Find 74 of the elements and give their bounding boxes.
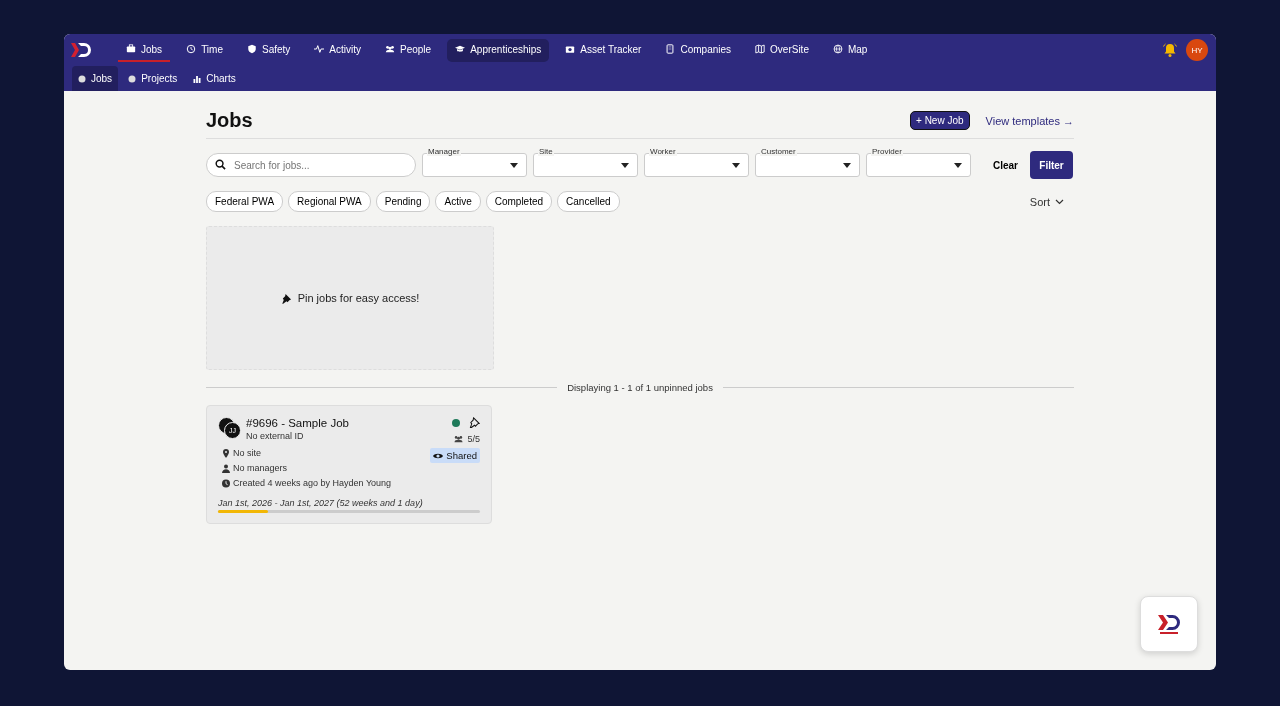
nav-tab[interactable]: People <box>377 38 440 62</box>
job-title: #9696 - Sample Job <box>246 417 350 429</box>
field-label: Customer <box>760 147 797 156</box>
job-detail: Created 4 weeks ago by Hayden Young <box>233 478 392 488</box>
filter-chip[interactable]: Federal PWA <box>206 191 284 212</box>
clock-icon <box>222 478 230 488</box>
external-id: No external ID <box>246 431 305 441</box>
map-icon <box>755 44 766 54</box>
nav-tab[interactable]: Time <box>178 38 231 62</box>
new-job-button[interactable]: + New Job <box>910 111 970 130</box>
caret-icon <box>954 162 962 168</box>
pin-icon <box>280 292 292 304</box>
bar-chart-icon <box>193 74 202 83</box>
people-icon <box>385 44 395 54</box>
field-label: Provider <box>871 147 903 156</box>
filter-chip[interactable]: Pending <box>375 191 431 212</box>
pin-icon[interactable] <box>469 417 480 428</box>
camera-icon <box>565 44 576 54</box>
app-badge[interactable] <box>1140 596 1198 652</box>
date-range: Jan 1st, 2026 - Jan 1st, 2027 (52 weeks and 1 day) <box>218 498 424 508</box>
sub-tab[interactable]: Jobs <box>72 66 119 91</box>
clock-icon <box>186 44 197 54</box>
view-templates-link[interactable]: View templates → <box>985 114 1074 127</box>
building-icon <box>665 44 676 54</box>
caret-icon <box>843 162 851 168</box>
eye-icon <box>433 451 444 460</box>
worker-count: 5/5 <box>467 434 480 444</box>
page-title: Jobs <box>206 109 254 132</box>
filter-chip[interactable]: Regional PWA <box>288 191 371 212</box>
sub-tab[interactable]: Charts <box>187 66 242 91</box>
field-label: Site <box>538 147 554 156</box>
job-detail: No managers <box>233 463 288 473</box>
caret-icon <box>621 162 629 168</box>
nav-tab[interactable]: Apprenticeships <box>447 38 550 62</box>
status-dot <box>452 418 460 427</box>
field-label: Worker <box>649 147 677 156</box>
sub-tab[interactable]: Projects <box>122 66 184 91</box>
graduation-cap-icon <box>455 44 466 54</box>
bell-icon[interactable] <box>1162 42 1178 58</box>
dot-icon <box>128 74 137 83</box>
filter-chip[interactable]: Cancelled <box>557 191 620 212</box>
sort-button[interactable]: Sort <box>1023 194 1070 209</box>
job-detail: No site <box>233 448 261 458</box>
caret-icon <box>732 162 740 168</box>
nav-tab[interactable]: Activity <box>306 38 369 62</box>
search-field[interactable]: Search for jobs... <box>206 153 416 177</box>
nav-tab[interactable]: OverSite <box>747 38 817 62</box>
shared-badge: Shared <box>430 448 480 463</box>
user-avatar[interactable]: HY <box>1186 39 1208 61</box>
people-icon <box>453 435 465 443</box>
filter-button[interactable]: Filter <box>1030 151 1073 179</box>
shield-icon <box>247 44 257 54</box>
nav-tab[interactable]: Asset Tracker <box>557 38 650 62</box>
briefcase-icon <box>126 44 136 54</box>
field-label: Manager <box>427 147 461 156</box>
nav-tab[interactable]: Companies <box>657 38 740 62</box>
nav-tab[interactable]: Map <box>824 38 876 62</box>
globe-icon <box>832 44 843 54</box>
pulse-icon <box>314 44 325 54</box>
filter-chip[interactable]: Completed <box>485 191 553 212</box>
empty-message: Pin jobs for easy access! <box>297 292 420 304</box>
logo-icon <box>1156 613 1182 635</box>
results-count: Displaying 1 - 1 of 1 unpinned jobs <box>567 382 713 393</box>
location-pin-icon <box>222 448 230 458</box>
filter-chip[interactable]: Active <box>435 191 481 212</box>
nav-tab[interactable]: Safety <box>239 38 299 62</box>
person-icon <box>222 463 230 473</box>
nav-tab[interactable]: Jobs <box>118 38 171 62</box>
clear-button[interactable]: Clear <box>987 158 1024 172</box>
chevron-down-icon <box>1055 198 1064 205</box>
caret-icon <box>510 162 518 168</box>
search-icon <box>215 159 226 170</box>
logo-icon <box>70 41 92 59</box>
dot-icon <box>78 74 86 83</box>
